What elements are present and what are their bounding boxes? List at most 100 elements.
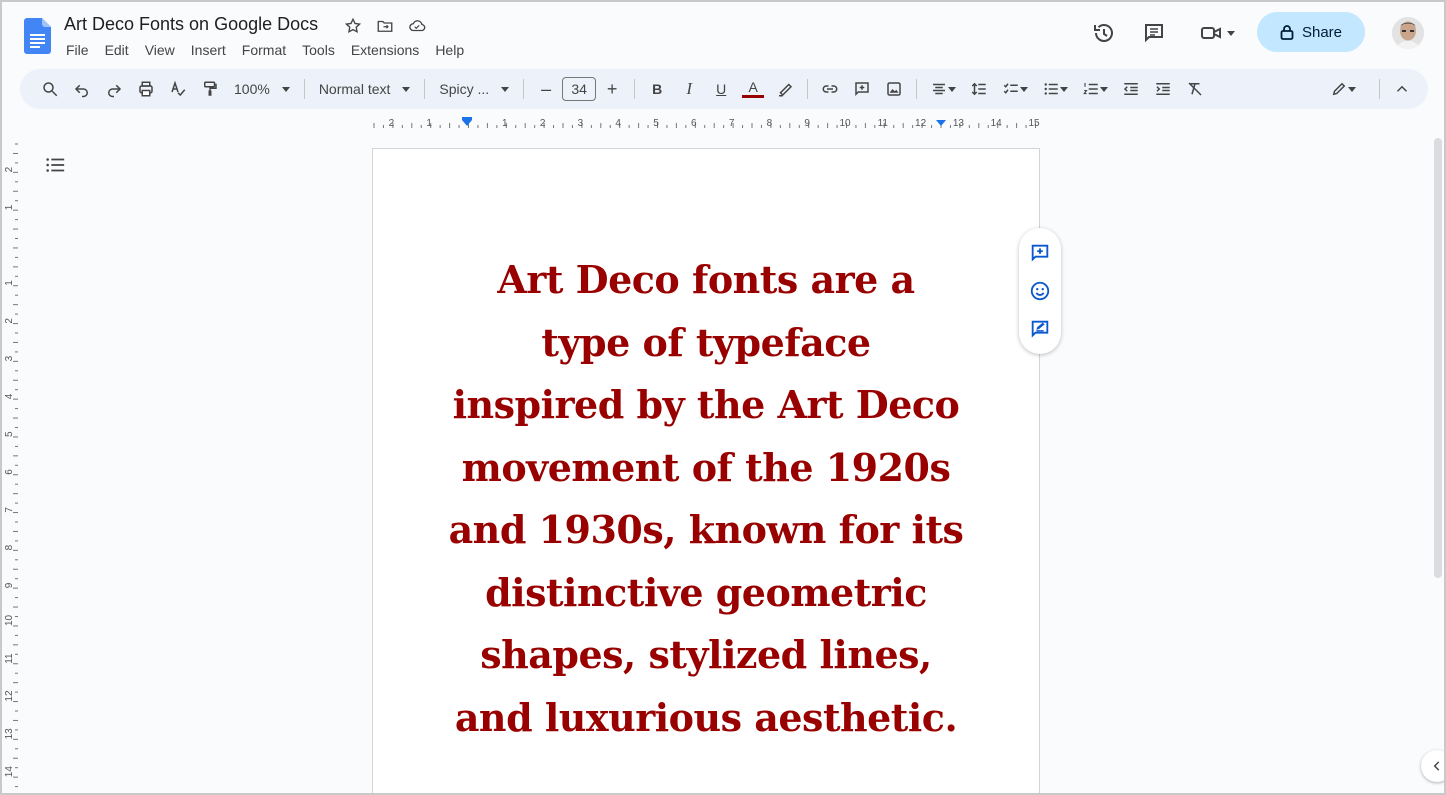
ruler-label: 1 bbox=[4, 204, 15, 210]
menu-extensions[interactable]: Extensions bbox=[343, 40, 427, 60]
meet-icon[interactable] bbox=[1197, 20, 1237, 46]
decrease-indent-icon[interactable] bbox=[1117, 75, 1145, 103]
ruler-label: 3 bbox=[4, 355, 15, 361]
divider bbox=[634, 79, 636, 99]
vertical-scrollbar[interactable] bbox=[1430, 132, 1444, 793]
ruler-label: 6 bbox=[691, 118, 697, 129]
ruler-label: 4 bbox=[4, 393, 15, 399]
ruler-label: 13 bbox=[4, 728, 15, 740]
divider bbox=[424, 79, 426, 99]
font-select[interactable]: Spicy ... bbox=[431, 81, 517, 97]
add-comment-icon[interactable] bbox=[1028, 241, 1052, 265]
comments-icon[interactable] bbox=[1141, 20, 1167, 46]
bulleted-list-icon[interactable] bbox=[1037, 75, 1073, 103]
undo-icon[interactable] bbox=[68, 75, 96, 103]
menu-file[interactable]: File bbox=[58, 40, 97, 60]
clear-formatting-icon[interactable] bbox=[1181, 75, 1209, 103]
menu-edit[interactable]: Edit bbox=[97, 40, 137, 60]
ruler-label: 3 bbox=[578, 118, 584, 129]
bold-button[interactable]: B bbox=[643, 75, 671, 103]
numbering-caret-icon bbox=[1100, 86, 1109, 92]
menu-format[interactable]: Format bbox=[234, 40, 294, 60]
menu-help[interactable]: Help bbox=[427, 40, 472, 60]
hide-menus-icon[interactable] bbox=[1388, 75, 1416, 103]
redo-icon[interactable] bbox=[100, 75, 128, 103]
increase-font-size-button[interactable]: + bbox=[598, 75, 626, 103]
ruler-label: 2 bbox=[4, 318, 15, 324]
paint-format-icon[interactable] bbox=[196, 75, 224, 103]
first-line-indent-marker-icon bbox=[462, 117, 472, 120]
title-bar: Art Deco Fonts on Google Docs File Edit … bbox=[2, 2, 1444, 66]
avatar[interactable] bbox=[1392, 17, 1424, 49]
spellcheck-icon[interactable] bbox=[164, 75, 192, 103]
menu-insert[interactable]: Insert bbox=[183, 40, 234, 60]
ruler-label: 7 bbox=[729, 118, 735, 129]
right-indent-marker-icon bbox=[936, 120, 946, 126]
align-center-icon[interactable] bbox=[925, 75, 961, 103]
document-line: distinctive geometric bbox=[485, 569, 927, 615]
style-select[interactable]: Normal text bbox=[311, 81, 419, 97]
text-color-button[interactable]: A bbox=[739, 75, 767, 103]
ruler-label: 13 bbox=[953, 118, 965, 129]
align-caret-icon bbox=[948, 86, 957, 92]
lock-icon bbox=[1280, 25, 1294, 40]
add-emoji-reaction-icon[interactable] bbox=[1028, 279, 1052, 303]
ruler-label: 2 bbox=[4, 166, 15, 172]
version-history-icon[interactable] bbox=[1091, 20, 1117, 46]
document-body[interactable]: Art Deco fonts are a type of typeface in… bbox=[373, 249, 1039, 749]
checklist-caret-icon bbox=[1020, 86, 1029, 92]
suggest-edits-icon[interactable] bbox=[1028, 317, 1052, 341]
highlight-icon[interactable] bbox=[771, 75, 799, 103]
menu-view[interactable]: View bbox=[137, 40, 183, 60]
share-button[interactable]: Share bbox=[1257, 12, 1365, 52]
ruler-label: 4 bbox=[615, 118, 621, 129]
left-indent-marker-icon bbox=[462, 120, 472, 126]
zoom-value: 100% bbox=[234, 81, 270, 97]
document-title[interactable]: Art Deco Fonts on Google Docs bbox=[64, 14, 318, 35]
underline-button[interactable]: U bbox=[707, 75, 735, 103]
document-outline-icon[interactable] bbox=[44, 154, 66, 176]
add-comment-icon[interactable] bbox=[848, 75, 876, 103]
text-color-swatch bbox=[742, 95, 765, 98]
scrollbar-thumb[interactable] bbox=[1434, 138, 1442, 578]
ruler-label: 11 bbox=[878, 118, 889, 129]
search-menus-icon[interactable] bbox=[36, 75, 64, 103]
move-folder-icon[interactable] bbox=[374, 15, 396, 37]
ruler-label: 8 bbox=[4, 544, 15, 550]
decrease-font-size-button[interactable]: – bbox=[532, 75, 560, 103]
menu-tools[interactable]: Tools bbox=[294, 40, 343, 60]
increase-indent-icon[interactable] bbox=[1149, 75, 1177, 103]
vertical-ruler[interactable]: 211234567891011121314 bbox=[4, 142, 20, 792]
ruler-label: 1 bbox=[4, 280, 15, 286]
line-spacing-icon[interactable] bbox=[965, 75, 993, 103]
star-icon[interactable] bbox=[342, 15, 364, 37]
floating-action-bar bbox=[1019, 228, 1061, 354]
ruler-label: 9 bbox=[4, 582, 15, 588]
ruler-label: 14 bbox=[991, 118, 1003, 129]
ruler-label: 7 bbox=[4, 507, 15, 513]
ruler-label: 5 bbox=[4, 431, 15, 437]
font-size-input[interactable]: 34 bbox=[562, 77, 597, 101]
zoom-select[interactable]: 100% bbox=[226, 81, 298, 97]
side-panel-toggle-button[interactable] bbox=[1421, 750, 1444, 782]
document-line: and 1930s, known for its bbox=[448, 507, 964, 552]
font-caret-icon bbox=[501, 86, 510, 92]
ruler-label: 8 bbox=[767, 118, 773, 129]
ruler-label: 11 bbox=[4, 653, 15, 664]
editing-mode-icon[interactable] bbox=[1323, 75, 1363, 103]
document-line: shapes, stylized lines, bbox=[480, 632, 932, 677]
document-page[interactable]: Art Deco fonts are a type of typeface in… bbox=[372, 148, 1040, 793]
numbered-list-icon[interactable] bbox=[1077, 75, 1113, 103]
divider bbox=[916, 79, 918, 99]
meet-caret-icon bbox=[1227, 30, 1235, 36]
chevron-left-icon bbox=[1433, 761, 1440, 771]
print-icon[interactable] bbox=[132, 75, 160, 103]
docs-logo-icon[interactable] bbox=[24, 18, 51, 54]
cloud-saved-icon[interactable] bbox=[406, 15, 428, 37]
italic-button[interactable]: I bbox=[675, 75, 703, 103]
horizontal-ruler[interactable]: 2 1 1 2 3 4 5 6 7 8 9 10 11 12 13 14 15 bbox=[372, 114, 1040, 132]
insert-image-icon[interactable] bbox=[880, 75, 908, 103]
insert-link-icon[interactable] bbox=[816, 75, 844, 103]
checklist-icon[interactable] bbox=[997, 75, 1033, 103]
ruler-label: 14 bbox=[4, 766, 15, 778]
